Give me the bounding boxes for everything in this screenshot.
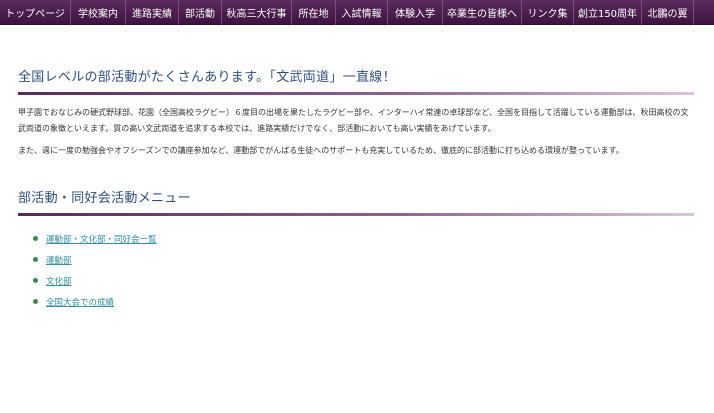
nav-item-club-activities[interactable]: 部活動 <box>179 0 222 25</box>
nav-item-alumni[interactable]: 卒業生の皆様へ <box>443 0 522 25</box>
club-menu-item-all: 運動部・文化部・同好会一覧 <box>33 228 694 249</box>
link-culture-clubs[interactable]: 文化部 <box>46 275 72 287</box>
bullet-icon <box>33 299 38 304</box>
bullet-icon <box>33 236 38 241</box>
club-menu-title: 部活動・同好会活動メニュー <box>18 191 191 206</box>
nav-item-career-results[interactable]: 進路実績 <box>126 0 179 25</box>
link-sports-clubs[interactable]: 運動部 <box>46 254 72 266</box>
club-menu-item-culture: 文化部 <box>33 270 694 291</box>
club-menu-item-results: 全国大会での成績 <box>33 291 694 312</box>
nav-item-top-page[interactable]: トップページ <box>0 0 71 25</box>
top-navigation-bar: トップページ 学校案内 進路実績 部活動 秋高三大行事 所在地 入試情報 体験入… <box>0 0 714 25</box>
nav-item-three-events[interactable]: 秋高三大行事 <box>222 0 292 25</box>
link-national-results[interactable]: 全国大会での成績 <box>46 296 114 308</box>
club-menu-divider <box>18 213 694 216</box>
bullet-icon <box>33 257 38 262</box>
intro-section-title: 全国レベルの部活動がたくさんあります。「文武両道」一直線！ <box>18 70 396 85</box>
nav-item-hokuho-wings[interactable]: 北鵬の翼 <box>642 0 694 25</box>
intro-paragraph-2: また、週に一度の勉強会やオフシーズンでの講座参加など、運動部でがんばる生徒へのサ… <box>18 146 624 155</box>
bullet-icon <box>33 278 38 283</box>
club-menu-item-sports: 運動部 <box>33 249 694 270</box>
club-menu-list: 運動部・文化部・同好会一覧 運動部 文化部 全国大会での成績 <box>18 228 694 312</box>
nav-item-school-guide[interactable]: 学校案内 <box>71 0 126 25</box>
link-all-clubs-list[interactable]: 運動部・文化部・同好会一覧 <box>46 233 157 245</box>
nav-item-links[interactable]: リンク集 <box>522 0 574 25</box>
intro-title-divider <box>18 92 694 95</box>
intro-paragraph-1: 甲子園でおなじみの硬式野球部、花園（全国高校ラグビー）６度目の出場を果たしたラグ… <box>18 108 689 133</box>
nav-item-150th-anniversary[interactable]: 創立150周年 <box>574 0 642 25</box>
nav-item-admission-info[interactable]: 入試情報 <box>336 0 388 25</box>
main-content: 全国レベルの部活動がたくさんあります。「文武両道」一直線！ 甲子園でおなじみの硬… <box>18 66 694 312</box>
nav-item-location[interactable]: 所在地 <box>292 0 336 25</box>
nav-item-trial-admission[interactable]: 体験入学 <box>388 0 443 25</box>
